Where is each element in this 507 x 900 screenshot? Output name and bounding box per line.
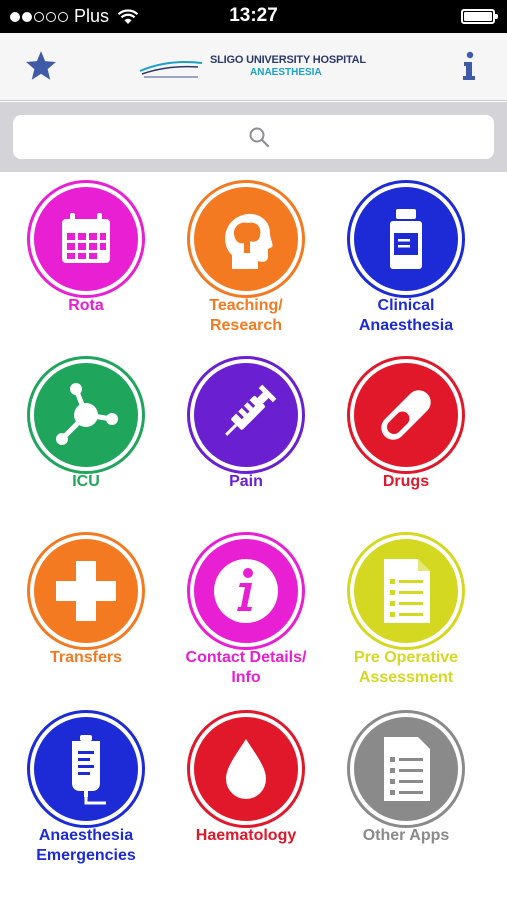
tile-icu[interactable]: ICU [6, 348, 166, 518]
star-icon[interactable] [24, 49, 58, 83]
tile-haematology[interactable]: Haematology [166, 702, 326, 872]
cross-icon [34, 539, 138, 643]
tile-circle[interactable] [187, 710, 305, 828]
tile-rota[interactable]: Rota [6, 172, 166, 342]
tile-label: Other Apps [362, 827, 450, 844]
head-brain-icon [194, 187, 298, 291]
tile-label: Anaesthesia Emergencies [36, 827, 136, 864]
tile-transfers[interactable]: Transfers [6, 524, 166, 694]
medicine-bottle-icon [354, 187, 458, 291]
tile-label: Pain [229, 473, 263, 490]
tile-label: Pre Operative Assessment [353, 649, 459, 686]
battery-icon [461, 9, 498, 24]
pill-icon [354, 363, 458, 467]
blood-drop-icon [194, 717, 298, 821]
tile-circle[interactable] [27, 356, 145, 474]
tile-label: Transfers [49, 649, 123, 666]
tile-other-apps[interactable]: Other Apps [326, 702, 486, 872]
tile-contact-details-info[interactable]: Contact Details/ Info [166, 524, 326, 694]
tile-circle[interactable] [347, 180, 465, 298]
tile-circle[interactable] [347, 356, 465, 474]
tile-circle[interactable] [347, 532, 465, 650]
tile-label: Teaching/ Research [209, 297, 283, 334]
molecule-icon [34, 363, 138, 467]
tile-label: Drugs [382, 473, 430, 490]
tile-drugs[interactable]: Drugs [326, 348, 486, 518]
tile-clinical-anaesthesia[interactable]: Clinical Anaesthesia [326, 172, 486, 342]
tile-circle[interactable] [27, 180, 145, 298]
tile-label: Clinical Anaesthesia [358, 297, 454, 334]
menu-grid: Rota Teaching/ Research Clinical Anaesthes… [0, 172, 507, 900]
tile-label: ICU [72, 473, 100, 490]
department-subtitle: ANAESTHESIA [250, 67, 322, 78]
tile-label: Contact Details/ Info [185, 649, 307, 686]
tile-circle[interactable] [187, 180, 305, 298]
hospital-logo: SLIGO UNIVERSITY HOSPITAL ANAESTHESIA [138, 51, 368, 83]
tile-label: Haematology [195, 827, 297, 844]
tile-circle[interactable] [27, 710, 145, 828]
tile-teaching-research[interactable]: Teaching/ Research [166, 172, 326, 342]
clock: 13:27 [229, 5, 278, 26]
tile-anaesthesia-emergencies[interactable]: Anaesthesia Emergencies [6, 702, 166, 872]
syringe-icon [194, 363, 298, 467]
logo-swoosh-icon [139, 61, 203, 78]
search-icon [249, 127, 270, 148]
document-icon [354, 717, 458, 821]
search-area [0, 102, 507, 172]
iv-bag-icon [34, 717, 138, 821]
tile-circle[interactable] [27, 532, 145, 650]
search-input[interactable] [13, 115, 494, 159]
status-bar: Plus 13:27 [0, 0, 507, 33]
tile-pre-operative-assessment[interactable]: Pre Operative Assessment [326, 524, 486, 694]
hospital-title: SLIGO UNIVERSITY HOSPITAL [210, 54, 366, 66]
tile-pain[interactable]: Pain [166, 348, 326, 518]
info-icon[interactable] [461, 51, 477, 81]
navigation-bar: SLIGO UNIVERSITY HOSPITAL ANAESTHESIA [0, 33, 507, 101]
tile-label: Rota [68, 297, 104, 314]
tile-circle[interactable] [187, 356, 305, 474]
calendar-icon [34, 187, 138, 291]
checklist-icon [354, 539, 458, 643]
info-circle-icon [194, 539, 298, 643]
tile-circle[interactable] [187, 532, 305, 650]
tile-circle[interactable] [347, 710, 465, 828]
